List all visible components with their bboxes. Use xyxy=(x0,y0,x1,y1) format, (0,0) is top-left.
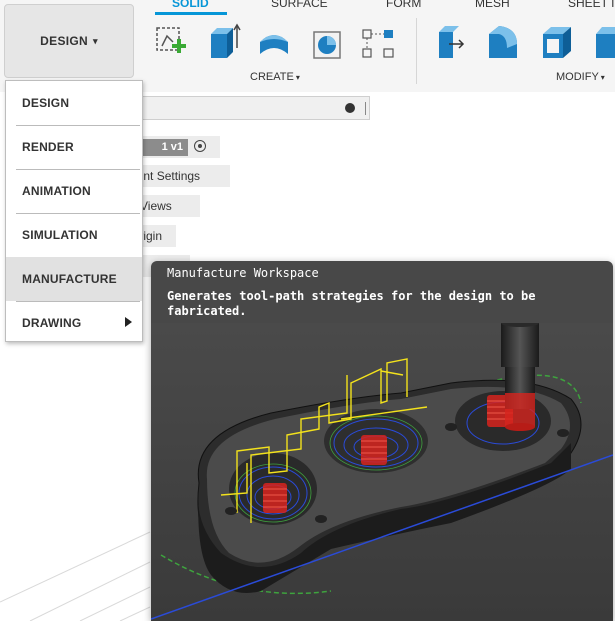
combine-icon[interactable] xyxy=(590,22,615,62)
workspace-label: DESIGN xyxy=(40,34,88,48)
create-label: CREATE xyxy=(250,71,294,83)
workspace-dropdown-menu: DESIGN RENDER ANIMATION SIMULATION MANUF… xyxy=(5,80,143,342)
tab-form[interactable]: FORM xyxy=(386,0,421,10)
tab-mesh[interactable]: MESH xyxy=(475,0,510,10)
press-pull-icon[interactable] xyxy=(433,22,469,62)
browser-panel-header[interactable] xyxy=(126,96,370,120)
menu-item-manufacture[interactable]: MANUFACTURE xyxy=(6,257,142,301)
revolve-icon[interactable] xyxy=(256,22,292,62)
workspace-tooltip: Manufacture Workspace Generates tool-pat… xyxy=(151,261,613,621)
extrude-icon[interactable] xyxy=(205,22,241,62)
activate-radio-icon[interactable] xyxy=(194,140,206,152)
manufacture-toolpath-illustration xyxy=(151,323,613,621)
menu-item-drawing[interactable]: DRAWING xyxy=(6,301,142,345)
menu-item-render[interactable]: RENDER xyxy=(6,125,142,169)
submenu-arrow-icon xyxy=(125,317,132,327)
tooltip-description: Generates tool-path strategies for the d… xyxy=(167,289,536,318)
modify-menu[interactable]: MODIFY ▾ xyxy=(556,71,605,83)
tab-sheet-metal[interactable]: SHEET I xyxy=(568,0,614,10)
tab-surface[interactable]: SURFACE xyxy=(271,0,328,10)
menu-item-simulation[interactable]: SIMULATION xyxy=(6,213,142,257)
document-name-badge: 1 v1 xyxy=(142,139,188,156)
menu-item-design[interactable]: DESIGN xyxy=(6,81,142,125)
menu-item-animation[interactable]: ANIMATION xyxy=(6,169,142,213)
create-menu[interactable]: CREATE ▾ xyxy=(250,71,300,83)
workspace-switcher-button[interactable]: DESIGN ▾ xyxy=(4,4,134,78)
panel-grip[interactable] xyxy=(365,102,366,115)
chevron-down-icon: ▾ xyxy=(295,73,300,82)
tab-solid[interactable]: SOLID xyxy=(172,0,209,10)
modify-label: MODIFY xyxy=(556,71,599,83)
drawing-label: DRAWING xyxy=(22,316,82,330)
chevron-down-icon: ▾ xyxy=(600,73,605,82)
collapse-icon[interactable] xyxy=(345,103,355,113)
sweep-icon[interactable] xyxy=(310,22,346,62)
fillet-icon[interactable] xyxy=(485,22,521,62)
create-sketch-icon[interactable] xyxy=(153,22,189,62)
shell-icon[interactable] xyxy=(539,22,575,62)
active-tab-indicator xyxy=(155,12,227,15)
chevron-down-icon: ▾ xyxy=(92,35,98,46)
pattern-icon[interactable] xyxy=(360,22,396,62)
tooltip-title: Manufacture Workspace xyxy=(167,266,319,280)
group-divider xyxy=(416,18,417,84)
